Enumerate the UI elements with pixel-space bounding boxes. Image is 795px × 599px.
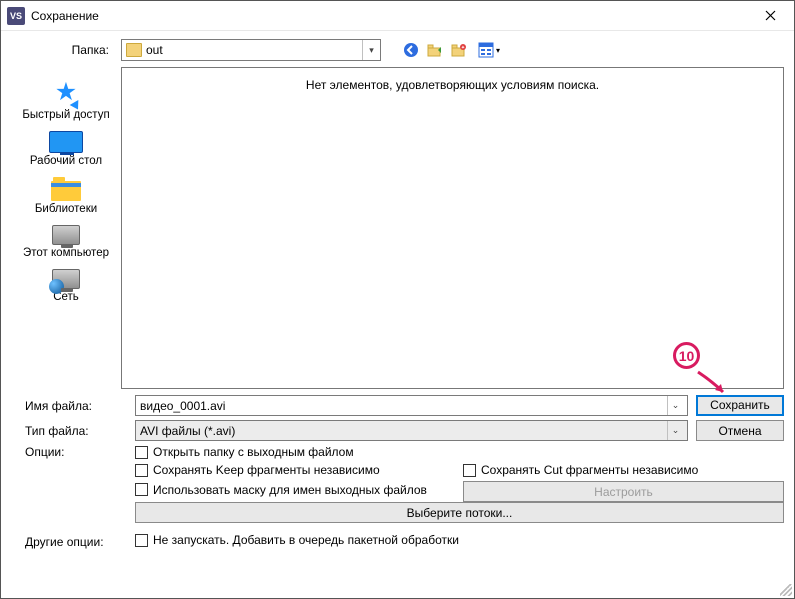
- libraries-icon: [51, 177, 81, 201]
- file-list[interactable]: Нет элементов, удовлетворяющих условиям …: [121, 67, 784, 389]
- checkbox-use-mask[interactable]: Использовать маску для имен выходных фай…: [135, 481, 445, 498]
- select-streams-button[interactable]: Выберите потоки...: [135, 502, 784, 523]
- folder-bar: Папка: out ▾ ✦ ▾: [1, 31, 794, 67]
- back-icon: [403, 42, 419, 58]
- new-folder-icon: ✦: [451, 42, 467, 58]
- chevron-down-icon: ⌄: [667, 421, 683, 440]
- back-button[interactable]: [401, 40, 421, 60]
- filename-value: видео_0001.avi: [140, 399, 667, 413]
- resize-grip[interactable]: [780, 584, 792, 596]
- sidebar-item-network[interactable]: Сеть: [52, 269, 80, 303]
- places-sidebar: ★ Быстрый доступ Рабочий стол Библиотеки…: [11, 67, 121, 389]
- checkbox-label: Сохранять Keep фрагменты независимо: [153, 463, 380, 477]
- sidebar-item-desktop[interactable]: Рабочий стол: [30, 131, 102, 167]
- checkbox-icon: [135, 464, 148, 477]
- computer-icon: [52, 225, 80, 245]
- checkbox-batch-queue[interactable]: Не запускать. Добавить в очередь пакетно…: [135, 533, 766, 547]
- sidebar-item-label: Рабочий стол: [30, 155, 102, 167]
- checkbox-icon: [463, 464, 476, 477]
- checkbox-label: Не запускать. Добавить в очередь пакетно…: [153, 533, 459, 547]
- chevron-down-icon: ▾: [496, 46, 500, 55]
- up-button[interactable]: [425, 40, 445, 60]
- sidebar-item-label: Библиотеки: [35, 203, 97, 215]
- sidebar-item-quick-access[interactable]: ★ Быстрый доступ: [22, 77, 109, 121]
- new-folder-button[interactable]: ✦: [449, 40, 469, 60]
- view-menu-button[interactable]: ▾: [473, 40, 505, 60]
- app-icon: VS: [7, 7, 25, 25]
- close-icon: [765, 10, 776, 21]
- checkbox-label: Использовать маску для имен выходных фай…: [153, 483, 427, 497]
- checkbox-icon: [135, 483, 148, 496]
- folder-toolbar: ✦ ▾: [401, 40, 505, 60]
- desktop-icon: [49, 131, 83, 153]
- folder-value: out: [146, 43, 362, 57]
- other-options-label: Другие опции:: [11, 535, 135, 549]
- sidebar-item-libraries[interactable]: Библиотеки: [35, 177, 97, 215]
- options-label: Опции:: [11, 445, 135, 459]
- checkbox-keep-fragments[interactable]: Сохранять Keep фрагменты независимо: [135, 463, 445, 477]
- chevron-down-icon[interactable]: ⌄: [667, 396, 683, 415]
- save-button[interactable]: Сохранить: [696, 395, 784, 416]
- main-row: ★ Быстрый доступ Рабочий стол Библиотеки…: [1, 67, 794, 389]
- checkbox-icon: [135, 534, 148, 547]
- configure-button[interactable]: Настроить: [463, 481, 784, 502]
- sidebar-item-label: Быстрый доступ: [22, 109, 109, 121]
- star-icon: ★: [55, 77, 77, 107]
- network-icon: [52, 269, 80, 289]
- window-title: Сохранение: [31, 9, 99, 23]
- view-icon: [478, 42, 494, 58]
- filetype-dropdown[interactable]: AVI файлы (*.avi) ⌄: [135, 420, 688, 441]
- filetype-value: AVI файлы (*.avi): [140, 424, 667, 438]
- folder-dropdown[interactable]: out ▾: [121, 39, 381, 61]
- checkbox-label: Открыть папку с выходным файлом: [153, 445, 354, 459]
- sidebar-item-label: Этот компьютер: [23, 247, 109, 259]
- filetype-label: Тип файла:: [11, 424, 135, 438]
- titlebar: VS Сохранение: [1, 1, 794, 31]
- folder-icon: [126, 43, 142, 57]
- checkbox-open-folder[interactable]: Открыть папку с выходным файлом: [135, 445, 766, 459]
- empty-message: Нет элементов, удовлетворяющих условиям …: [306, 78, 599, 92]
- sidebar-item-this-pc[interactable]: Этот компьютер: [23, 225, 109, 259]
- checkbox-label: Сохранять Cut фрагменты независимо: [481, 463, 698, 477]
- close-button[interactable]: [750, 2, 790, 30]
- chevron-down-icon: ▾: [362, 40, 380, 60]
- checkbox-cut-fragments[interactable]: Сохранять Cut фрагменты независимо: [463, 463, 698, 477]
- filename-label: Имя файла:: [11, 399, 135, 413]
- form-area: Имя файла: видео_0001.avi ⌄ Сохранить Ти…: [1, 389, 794, 557]
- cancel-button[interactable]: Отмена: [696, 420, 784, 441]
- filename-input[interactable]: видео_0001.avi ⌄: [135, 395, 688, 416]
- checkbox-icon: [135, 446, 148, 459]
- svg-text:✦: ✦: [461, 45, 465, 51]
- folder-label: Папка:: [11, 43, 115, 57]
- folder-up-icon: [427, 42, 443, 58]
